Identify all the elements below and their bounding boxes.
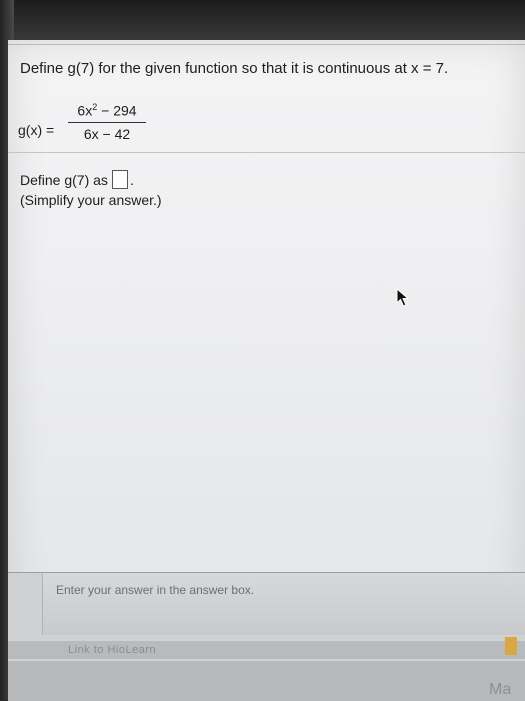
fraction-bar: [68, 121, 146, 123]
numerator-rest: − 294: [97, 102, 137, 119]
status-message: Enter your answer in the answer box.: [56, 583, 255, 597]
fraction-numerator: 6x2 − 294: [68, 102, 146, 119]
status-panel: Enter your answer in the answer box. Lin…: [8, 572, 525, 701]
numerator-base: 6x: [77, 102, 93, 119]
answer-input-box[interactable]: [111, 170, 128, 189]
fraction-denominator: 6x − 42: [83, 125, 131, 142]
answer-suffix: .: [129, 171, 134, 188]
simplify-hint: (Simplify your answer.): [20, 192, 162, 208]
top-separator: [8, 44, 525, 45]
section-divider: [8, 152, 525, 153]
corner-indicator: [505, 637, 517, 655]
lower-strip: [8, 661, 525, 701]
fraction: 6x2 − 294 6x − 42: [68, 102, 146, 142]
mouse-pointer-icon: [396, 288, 410, 307]
question-text: Define g(7) for the given function so th…: [20, 60, 449, 77]
hiolearn-link[interactable]: Link to HioLearn: [68, 644, 156, 656]
function-lhs: g(x) =: [18, 122, 55, 138]
screen-bezel-top: [0, 0, 525, 42]
answer-line: Define g(7) as .: [20, 170, 134, 189]
link-row: Link to HioLearn: [8, 641, 525, 659]
answer-prefix: Define g(7) as: [20, 171, 108, 188]
corner-label: Ma: [489, 681, 512, 698]
